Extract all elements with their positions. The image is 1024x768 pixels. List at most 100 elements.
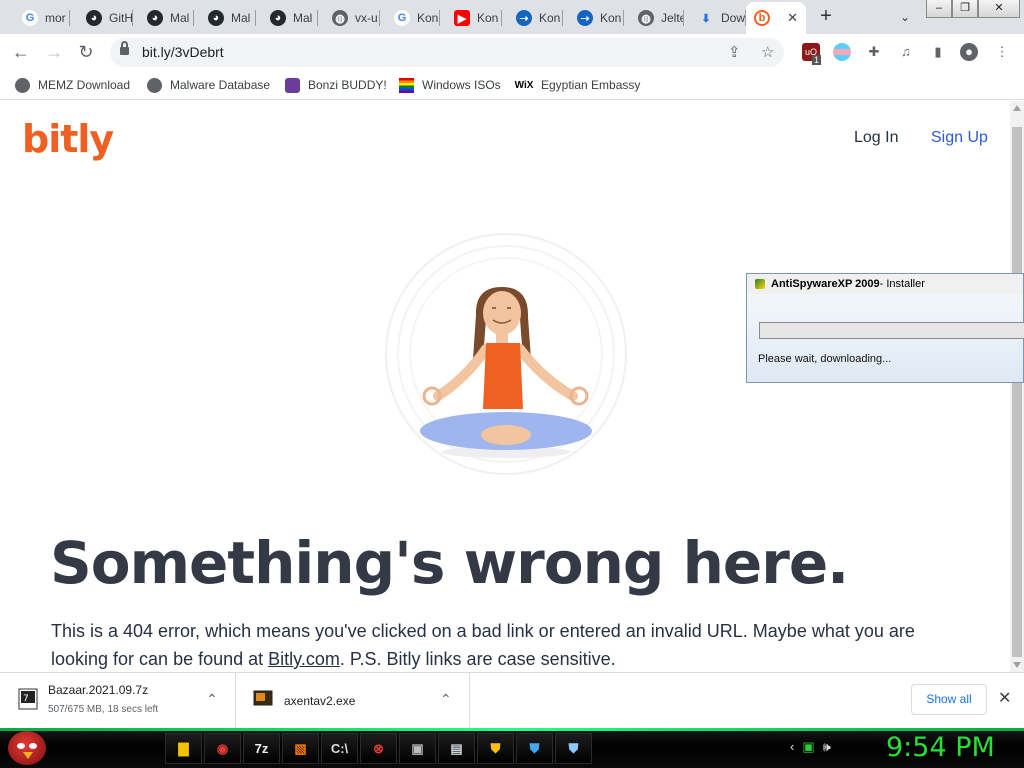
flag-extension-icon[interactable]	[833, 43, 851, 61]
chrome-icon[interactable]: ◉	[204, 733, 241, 764]
maximize-button[interactable]: ❐	[952, 0, 978, 18]
tab[interactable]: ◕ GitH	[72, 4, 133, 32]
shield-icon[interactable]: ⛊	[555, 733, 592, 764]
back-button[interactable]: ←	[9, 40, 33, 64]
tab[interactable]: Gmor	[8, 4, 70, 32]
tab[interactable]: ➝ Kon	[563, 4, 624, 32]
scroll-thumb[interactable]	[1012, 127, 1022, 657]
youtube-icon: ▶	[454, 10, 470, 26]
bookmark-item[interactable]: Windows ISOs	[399, 76, 501, 94]
kon-icon: ➝	[577, 10, 593, 26]
start-button[interactable]	[8, 731, 46, 765]
side-panel-icon[interactable]: ▮	[929, 43, 947, 61]
tab-label: Mal	[293, 11, 313, 25]
download-item[interactable]: axentav2.exe ⌃	[236, 673, 470, 729]
system-tray: ‹ ▣ 🕪	[790, 739, 831, 755]
profile-avatar-icon[interactable]: ●	[960, 43, 978, 61]
close-shelf-icon[interactable]: ✕	[998, 688, 1011, 708]
bookmark-label: MEMZ Download	[38, 78, 131, 92]
installer-titlebar[interactable]: AntiSpywareXP 2009 - Installer	[747, 274, 1023, 294]
installer-status-text: Please wait, downloading...	[758, 353, 892, 365]
tab-strip: Gmor ◕ GitH ◕ Mal ◕ Mal ◕ Mal ◍ vx-u G Kon ▶ Kon ➝ Kon ➝ K…	[0, 0, 1024, 34]
bookmark-star-icon[interactable]: ☆	[761, 43, 774, 61]
bookmark-item[interactable]: MEMZ Download	[15, 76, 130, 94]
download-item[interactable]: 7 Bazaar.2021.09.7z 507/675 MB, 18 secs …	[0, 673, 236, 729]
back-icon[interactable]: ‹	[790, 739, 794, 755]
bitly-com-link[interactable]: Bitly.com	[268, 649, 340, 669]
meditation-illustration-icon	[385, 233, 627, 475]
show-all-button[interactable]: Show all	[911, 684, 987, 715]
svg-text:7: 7	[23, 694, 29, 704]
scroll-up-icon[interactable]	[1013, 105, 1021, 111]
tab[interactable]: ▶ Kon	[440, 4, 502, 32]
bookmark-item[interactable]: Malware Database	[147, 76, 270, 94]
bookmark-item[interactable]: Bonzi BUDDY!	[285, 76, 387, 94]
bookmark-label: Egyptian Embassy	[541, 78, 641, 92]
reload-button[interactable]: ↻	[74, 40, 98, 64]
forward-button[interactable]: →	[42, 40, 66, 64]
tab[interactable]: ◕ Mal	[256, 4, 318, 32]
tab[interactable]: ◕ Mal	[133, 4, 194, 32]
bookmark-item[interactable]: WiX Egyptian Embassy	[514, 76, 641, 94]
tab-search-button[interactable]: ⌄	[893, 6, 917, 28]
menu-kebab-icon[interactable]: ⋮	[993, 43, 1011, 61]
tab[interactable]: ◍ vx-u	[318, 4, 380, 32]
window-icon[interactable]: ▣	[399, 733, 436, 764]
exe-file-icon	[253, 690, 273, 706]
download-filename: axentav2.exe	[284, 694, 356, 708]
bitly-icon: b	[754, 10, 770, 26]
error-text-suffix: . P.S. Bitly links are case sensitive.	[339, 649, 616, 669]
tab[interactable]: b ✕	[746, 2, 806, 34]
taskbar-pinned: ▇ ◉ 7z ▧ C:\ ⊗ ▣ ▤ ⛊ ⛊ ⛊	[165, 733, 594, 764]
chevron-up-icon[interactable]: ⌃	[206, 691, 218, 708]
github-icon: ◕	[270, 10, 286, 26]
media-control-icon[interactable]: ♫	[897, 43, 915, 61]
bookmark-label: Windows ISOs	[422, 78, 501, 92]
login-link[interactable]: Log In	[854, 129, 898, 147]
google-icon: G	[22, 10, 38, 26]
share-icon[interactable]: ⇪	[728, 43, 741, 61]
battery-icon[interactable]: ▣	[802, 739, 814, 755]
extension-badge: 1	[812, 55, 822, 65]
explorer-icon[interactable]: ▇	[165, 733, 202, 764]
globe-icon: ◍	[638, 10, 654, 26]
tab-label: Kon	[477, 11, 499, 25]
bitly-logo[interactable]: bitly	[22, 117, 114, 161]
wix-icon: WiX	[514, 79, 534, 91]
taskbar-clock[interactable]: 9:54 PM	[886, 732, 995, 763]
installer-window[interactable]: AntiSpywareXP 2009 - Installer Please wa…	[746, 273, 1024, 383]
address-bar[interactable]: bit.ly/3vDebrt ⇪ ☆	[110, 38, 784, 67]
close-window-button[interactable]: ✕	[978, 0, 1020, 18]
tab[interactable]: ◕ Mal	[194, 4, 256, 32]
cmd-icon[interactable]: C:\	[321, 733, 358, 764]
tab[interactable]: ⬇ Dow	[684, 4, 746, 32]
bookmark-label: Malware Database	[170, 78, 271, 92]
7zip-icon[interactable]: 7z	[243, 733, 280, 764]
scroll-down-icon[interactable]	[1013, 662, 1021, 668]
tab-label: Mal	[170, 11, 190, 25]
chevron-up-icon[interactable]: ⌃	[440, 691, 452, 708]
tab-close-icon[interactable]: ✕	[787, 10, 798, 26]
url-text[interactable]: bit.ly/3vDebrt	[142, 44, 224, 60]
kon-icon: ➝	[516, 10, 532, 26]
globe-icon: ◍	[332, 10, 348, 26]
shield-icon[interactable]: ⛊	[516, 733, 553, 764]
tab[interactable]: ➝ Kon	[502, 4, 563, 32]
shield-icon[interactable]: ⛊	[477, 733, 514, 764]
page-scrollbar[interactable]	[1010, 101, 1024, 672]
volume-icon[interactable]: 🕪	[823, 739, 831, 755]
tab[interactable]: G Kon	[380, 4, 440, 32]
form-icon[interactable]: ▤	[438, 733, 475, 764]
globe-icon	[147, 77, 162, 93]
lock-icon[interactable]	[120, 41, 129, 56]
extensions-puzzle-icon[interactable]: ✚	[865, 43, 883, 61]
signup-link[interactable]: Sign Up	[931, 129, 988, 147]
new-tab-button[interactable]: +	[813, 5, 839, 29]
installer-title: AntiSpywareXP 2009	[771, 278, 880, 290]
app-icon[interactable]: ▧	[282, 733, 319, 764]
stop-icon[interactable]: ⊗	[360, 733, 397, 764]
minimize-button[interactable]: –	[926, 0, 952, 18]
bookmark-label: Bonzi BUDDY!	[308, 78, 387, 92]
tab[interactable]: ◍ Jelte	[624, 4, 684, 32]
taskbar-glow	[0, 728, 1024, 731]
